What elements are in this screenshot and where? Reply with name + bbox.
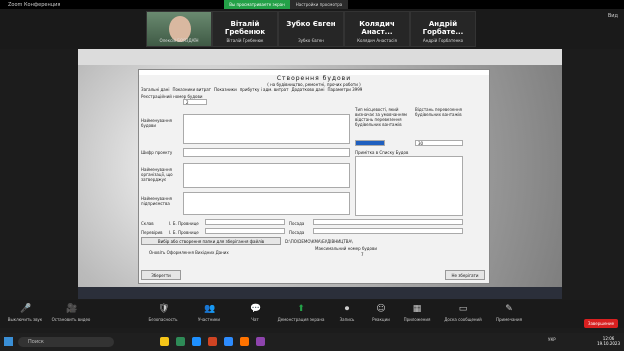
participant-subname: Колядич Анастасія	[357, 38, 397, 43]
shield-icon: 🛡	[158, 304, 170, 314]
company-input[interactable]	[183, 192, 350, 215]
participant-tile[interactable]: Олексій БОЯЗДАЇН	[146, 11, 212, 47]
apps-button[interactable]: ▦ Приложения	[392, 304, 442, 322]
firefox-icon[interactable]	[240, 337, 249, 346]
record-icon: ⏺	[344, 304, 350, 314]
note-label: Примітка в Списку Будов	[355, 150, 409, 155]
participant-tile[interactable]: Колядич Анаст... Колядич Анастасія	[344, 11, 410, 47]
building-name-label: Найменування будови	[141, 118, 172, 128]
participant-name: Віталій Гребенюк	[224, 20, 266, 36]
taskbar-clock[interactable]: 12:06 19.10.2023	[597, 336, 620, 346]
note-textarea[interactable]	[355, 156, 463, 216]
building-name-input[interactable]	[183, 114, 350, 144]
participant-tile[interactable]: Віталій Гребенюк Віталій Гребенюк	[212, 11, 278, 47]
zoom-title: Zoom Конференция	[8, 1, 61, 8]
notes-button[interactable]: ✎ Примечания	[484, 304, 534, 322]
chat-icon: 💬	[250, 304, 262, 314]
composed-label: Склав	[141, 221, 154, 226]
app2-icon[interactable]	[256, 337, 265, 346]
chat-button[interactable]: 💬 Чат	[230, 304, 280, 322]
view-options-button[interactable]: Настройки просмотра	[290, 0, 348, 9]
share-icon: ⬆	[297, 304, 305, 314]
apps-icon: ▦	[412, 304, 422, 314]
stop-video-button[interactable]: 🎥 Остановить видео	[46, 304, 96, 322]
checked-label: Перевірив	[141, 230, 163, 235]
share-screen-button[interactable]: ⬆ Демонстрация экрана	[276, 304, 326, 322]
participant-name: Андрій Горбате...	[422, 20, 464, 36]
distance-label: Відстань перевезення будівельних вантажі…	[415, 107, 462, 117]
project-code-input[interactable]	[183, 148, 350, 157]
zoom-icon[interactable]	[224, 337, 233, 346]
tab-profit[interactable]: прибутку і адм. витрат	[240, 87, 289, 92]
tab-extra[interactable]: Додатково дані	[291, 87, 324, 92]
checked-position-input[interactable]	[313, 228, 463, 234]
composed-position-input[interactable]	[313, 219, 463, 225]
max-number-value: 7	[361, 252, 364, 257]
participant-subname: Андрій Горбатенко	[422, 38, 464, 43]
composed-input[interactable]	[205, 219, 285, 225]
max-number-label: Максимальний номер будови	[315, 246, 377, 251]
share-banner: Вы просматриваете экран Зубко Євгена	[224, 0, 290, 16]
update-checkbox[interactable]: Оновіть Оформлення Вихідних Даних	[149, 250, 229, 255]
remote-menubar	[78, 49, 562, 65]
participant-gallery: Олексій БОЯЗДАЇН Віталій Гребенюк Віталі…	[0, 9, 624, 49]
participant-name: Колядич Анаст...	[359, 20, 395, 36]
taskbar-search-input[interactable]: Поиск	[18, 337, 114, 347]
folder-select-button[interactable]: Вибір або створення папки для зберігання…	[141, 237, 281, 245]
folder-icon[interactable]	[160, 337, 169, 346]
security-button[interactable]: 🛡 Безопасность	[138, 304, 188, 322]
end-meeting-button[interactable]: Завершение	[584, 319, 618, 328]
zoom-title-bar: Zoom Конференция Вы просматриваете экран…	[0, 0, 624, 16]
terrain-type-select[interactable]	[355, 140, 385, 146]
distance-input[interactable]: 30	[415, 140, 463, 146]
checked-input[interactable]	[205, 228, 285, 234]
notes-icon: ✎	[505, 304, 513, 314]
smile-icon: ☺	[376, 304, 386, 314]
dialog-tabs: Загальні дані Показники витрат Показники…	[141, 87, 362, 92]
participants-button[interactable]: 👥 Участники	[184, 304, 234, 322]
tab-indicators[interactable]: Показники	[214, 87, 237, 92]
mute-button[interactable]: 🎤 Выключить звук	[0, 304, 50, 322]
zoom-controls: 🎤 Выключить звук 🎥 Остановить видео 🛡 Безоп…	[0, 300, 624, 328]
windows-start-icon[interactable]	[4, 337, 13, 346]
reg-number-input[interactable]: 2	[183, 99, 207, 105]
mic-icon: 🎤	[20, 304, 32, 314]
language-indicator[interactable]: УКР	[548, 337, 556, 342]
remote-taskbar	[78, 287, 562, 299]
position-label-2: Посада	[289, 230, 305, 235]
clock-date: 19.10.2023	[597, 341, 620, 346]
participant-subname: Зубко Євген	[298, 38, 324, 43]
windows-taskbar: Поиск УКР 12:06 19.10.2023	[0, 333, 624, 351]
whiteboard-button[interactable]: ▭ Доска сообщений	[438, 304, 488, 322]
terrain-type-label: Тип місцевості, який визначає за умовчан…	[355, 107, 407, 127]
tab-params[interactable]: Параметри 3999	[327, 87, 362, 92]
gallery-view-button[interactable]: Вид	[608, 13, 618, 19]
edge-icon[interactable]	[192, 337, 201, 346]
participant-tile[interactable]: Зубко Євген Зубко Євген	[278, 11, 344, 47]
shared-screen: Створення будови ( на будівництво, ремон…	[78, 49, 562, 299]
composed-name: І. Б. Провнице	[169, 221, 199, 226]
app-icon[interactable]	[176, 337, 185, 346]
position-label: Посада	[289, 221, 305, 226]
save-button[interactable]: Зберегти	[141, 270, 181, 280]
approving-org-input[interactable]	[183, 163, 350, 188]
path-display: D:\ПО\DEMO\KMA\БУДІВНИЦТВА\	[285, 239, 353, 244]
cancel-button[interactable]: Не зберігати	[445, 270, 485, 280]
participant-name: Зубко Євген	[286, 20, 336, 28]
tab-costs[interactable]: Показники витрат	[172, 87, 211, 92]
approving-org-label: Найменування організації, що затверджує	[141, 167, 173, 182]
participant-subname: Віталій Гребенюк	[226, 38, 264, 43]
project-code-label: Шифр проекту	[141, 150, 173, 155]
office-icon[interactable]	[208, 337, 217, 346]
participant-name: Олексій БОЯЗДАЇН	[159, 38, 199, 43]
whiteboard-icon: ▭	[458, 304, 468, 314]
participants-icon: 👥	[204, 304, 216, 314]
participant-tile[interactable]: Андрій Горбате... Андрій Горбатенко	[410, 11, 476, 47]
dialog-heading: Створення будови	[276, 75, 352, 82]
tab-general[interactable]: Загальні дані	[141, 87, 169, 92]
checked-name: І. Б. Провнице	[169, 230, 199, 235]
company-label: Найменування підприємства	[141, 196, 172, 206]
create-building-dialog: Створення будови ( на будівництво, ремон…	[138, 69, 490, 284]
camera-icon: 🎥	[66, 304, 78, 314]
